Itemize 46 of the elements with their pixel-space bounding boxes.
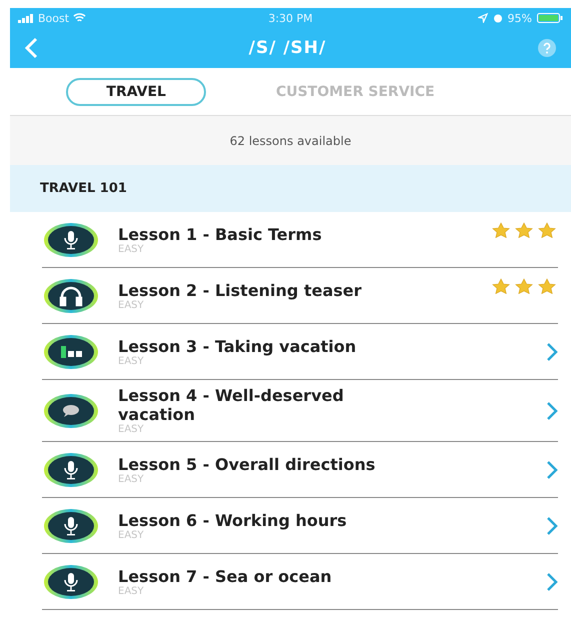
category-tab[interactable]: TRAVEL [66, 78, 206, 106]
microphone-icon [42, 452, 100, 488]
star-icon [490, 278, 512, 294]
lesson-title[interactable]: Lesson 6 - Working hours [118, 510, 418, 530]
lessons-count: 62 lessons available [10, 116, 571, 165]
microphone-icon [42, 508, 100, 544]
star-icon [536, 222, 558, 238]
star-icon [536, 278, 558, 294]
signal-icon [18, 14, 34, 22]
help-icon[interactable] [536, 38, 557, 58]
alarm-icon [492, 13, 503, 23]
status-time: 3:30 PM [268, 12, 313, 24]
lesson-title[interactable]: Lesson 5 - Overall directions [118, 454, 418, 474]
chevron-icon[interactable] [546, 516, 558, 536]
star-icon [513, 278, 535, 294]
wifi-icon [73, 13, 86, 23]
location-icon [478, 13, 488, 23]
speech-bubble-icon [42, 392, 100, 428]
lesson-difficulty: EASY [118, 244, 145, 254]
chevron-icon[interactable] [546, 460, 558, 480]
star-icon [490, 222, 512, 238]
microphone-icon [42, 222, 100, 258]
chevron-icon[interactable] [546, 400, 558, 420]
star-icon [513, 222, 535, 238]
lesson-difficulty: EASY [118, 530, 145, 540]
lesson-title[interactable]: Lesson 3 - Taking vacation [118, 336, 418, 356]
lesson-title[interactable]: Lesson 7 - Sea or ocean [118, 566, 418, 586]
battery-icon [537, 13, 563, 23]
lesson-difficulty: EASY [118, 474, 145, 484]
lesson-title[interactable]: Lesson 4 - Well-deserved vacation [118, 386, 418, 424]
blocks-icon [42, 334, 100, 370]
carrier-name: Boost [38, 12, 70, 24]
screen-title: /S/ /SH/ [248, 38, 326, 58]
lesson-difficulty: EASY [118, 356, 145, 366]
lesson-difficulty: EASY [118, 424, 145, 435]
battery-percent: 95% [508, 12, 532, 24]
back-icon[interactable] [24, 37, 38, 59]
headphones-icon [42, 278, 100, 314]
lesson-difficulty: EASY [118, 300, 145, 310]
lesson-title[interactable]: Lesson 1 - Basic Terms [118, 224, 418, 244]
lesson-difficulty: EASY [118, 586, 145, 596]
microphone-icon [42, 564, 100, 600]
section-header: TRAVEL 101 [10, 165, 571, 212]
lesson-title[interactable]: Lesson 2 - Listening teaser [118, 280, 418, 300]
chevron-icon[interactable] [546, 342, 558, 362]
chevron-icon[interactable] [546, 572, 558, 592]
